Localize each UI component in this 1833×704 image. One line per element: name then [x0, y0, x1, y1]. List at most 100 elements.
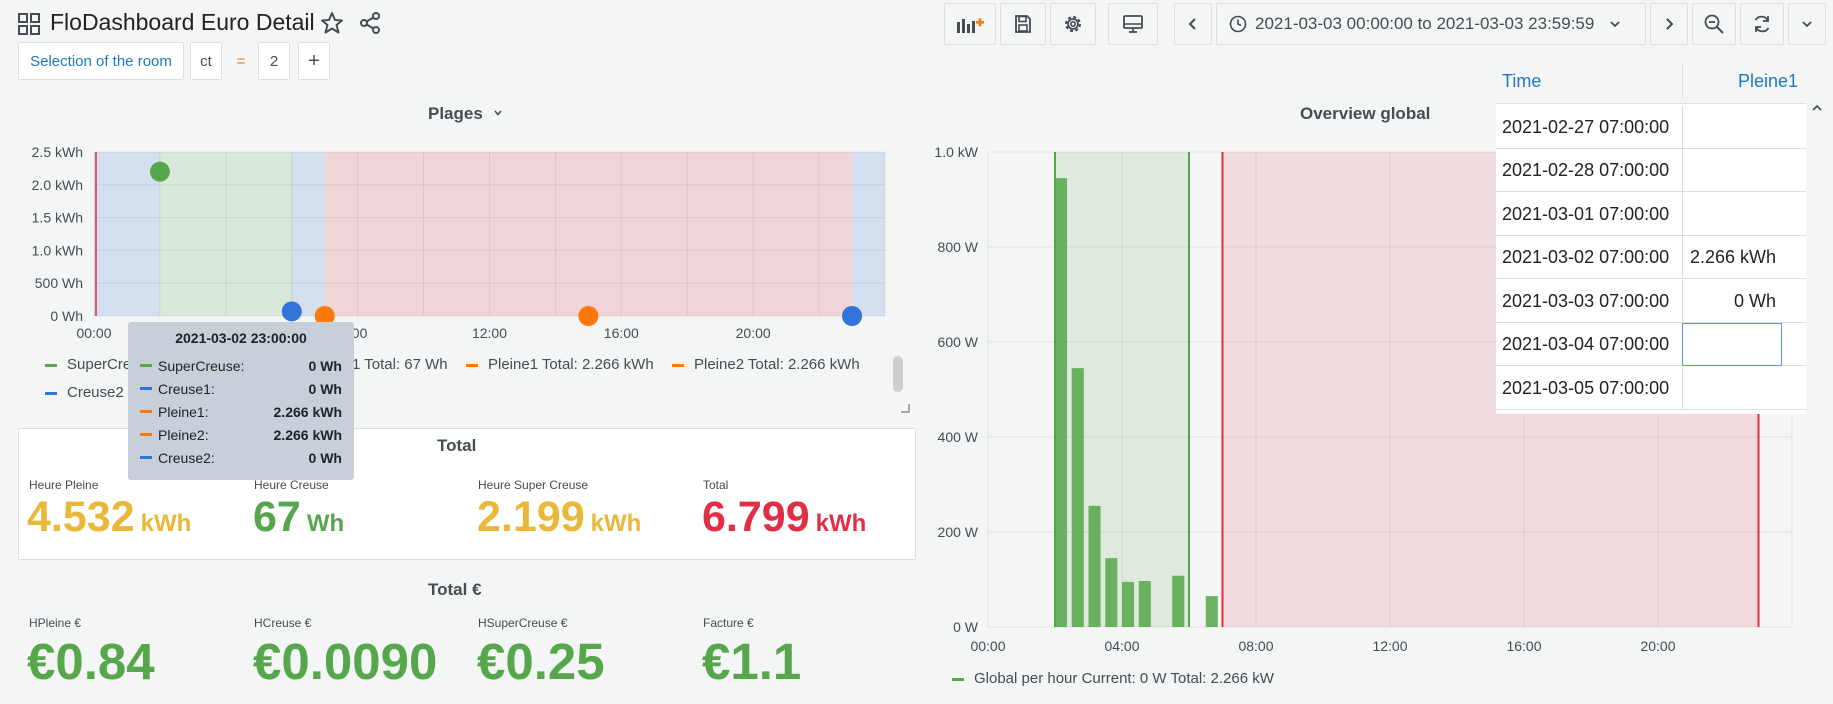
stat-value-facture-euro: €1.1 [702, 633, 802, 690]
cell-time: 2021-03-01 07:00:00 [1502, 204, 1670, 224]
plages-band-4 [852, 152, 885, 316]
plages-band-0 [94, 152, 160, 316]
legend-label: Creuse2 [67, 384, 124, 401]
plages-band-3 [324, 152, 853, 316]
save-dashboard-button[interactable] [1000, 3, 1046, 45]
plages-y-tick-label: 500 Wh [35, 275, 83, 291]
plages-point-creuse1 [281, 301, 302, 322]
time-shift-forward-button[interactable] [1650, 3, 1688, 45]
variable-label[interactable]: Selection of the room [18, 42, 184, 80]
zoom-out-button[interactable] [1692, 3, 1736, 45]
legend-label: Pleine1 Total: 2.266 kWh [488, 356, 654, 373]
stat-label-hsupercreuse-euro: HSuperCreuse € [478, 616, 568, 630]
plages-legend-item-pleine2[interactable]: Pleine2 Total: 2.266 kWh [672, 356, 860, 373]
overview-x-tick-label: 00:00 [970, 638, 1005, 654]
refresh-button[interactable] [1740, 3, 1784, 45]
tooltip-row: Creuse1: 0 Wh [140, 377, 342, 400]
plages-legend-item-pleine1[interactable]: Pleine1 Total: 2.266 kWh [466, 356, 654, 373]
filter-key[interactable]: ct [190, 42, 222, 80]
refresh-interval-button[interactable] [1788, 3, 1826, 45]
top-navbar: FloDashboard Euro Detail 2021-03-03 00:0… [0, 0, 1833, 48]
share-icon[interactable] [358, 11, 382, 35]
overview-panel-title[interactable]: Overview global [1300, 104, 1430, 124]
filter-value[interactable]: 2 [258, 42, 290, 80]
tv-mode-button[interactable] [1108, 3, 1158, 45]
tooltip-series-value: 2.266 kWh [273, 403, 342, 420]
plages-y-tick-label: 1.0 kWh [32, 242, 83, 258]
plages-title-text: Plages [428, 104, 483, 123]
plages-chart[interactable]: 0 Wh 500 Wh 1.0 kWh 1.5 kWh 2.0 kWh 2.5 kWh 00… [0, 140, 900, 350]
plages-legend-item-creuse1[interactable]: 1 Total: 67 Wh [352, 356, 448, 373]
plages-x-tick-label: 20:00 [736, 325, 771, 341]
series-swatch [140, 387, 152, 390]
total-euro-panel-title[interactable]: Total € [428, 580, 482, 600]
total-panel-title[interactable]: Total [437, 436, 476, 456]
filter-operator[interactable]: = [230, 42, 252, 80]
dashboard-settings-button[interactable] [1050, 3, 1096, 45]
plages-x-tick-label: 12:00 [472, 325, 507, 341]
gear-icon [1065, 16, 1081, 32]
tooltip-series-name: SuperCreuse: [158, 357, 245, 374]
plages-x-tick-label: 00:00 [76, 325, 111, 341]
stat-value-total: 6.799 kWh [702, 496, 866, 539]
legend-label: 1 Total: 67 Wh [352, 356, 448, 373]
stat-label-heure-pleine: Heure Pleine [29, 478, 99, 492]
tooltip-series-value: 0 Wh [308, 380, 342, 397]
overview-legend-item[interactable]: Global per hour Current: 0 W Total: 2.26… [952, 670, 1274, 687]
overview-bar [1105, 558, 1118, 627]
clock-icon [1229, 15, 1247, 33]
stat-unit: kWh [815, 510, 867, 537]
star-icon[interactable] [320, 11, 344, 35]
resize-handle-icon[interactable] [900, 403, 910, 413]
table-scrollbar[interactable] [1806, 58, 1828, 414]
stat-label-heure-creuse: Heure Creuse [254, 478, 329, 492]
table-row[interactable]: 2021-03-02 07:00:00 2.266 kWh [1496, 236, 1806, 279]
chevron-right-icon [1666, 18, 1674, 30]
legend-label: SuperCre [67, 356, 132, 373]
stat-number: 4.532 [27, 493, 135, 541]
table-row[interactable]: 2021-02-27 07:00:00 [1496, 106, 1806, 149]
overview-bar [1055, 178, 1068, 627]
plages-legend-item-supercreuse[interactable]: SuperCre [45, 356, 131, 373]
dashboard-title[interactable]: FloDashboard Euro Detail [50, 9, 315, 36]
chevron-down-icon [493, 110, 502, 116]
column-header-time[interactable]: Time [1502, 58, 1541, 104]
save-icon [1015, 15, 1031, 33]
time-range-picker[interactable]: 2021-03-03 00:00:00 to 2021-03-03 23:59:… [1216, 3, 1646, 45]
plages-panel-title[interactable]: Plages [428, 104, 504, 124]
table-row[interactable]: 2021-03-03 07:00:00 0 Wh [1496, 280, 1806, 323]
cell-value: 0 Wh [1682, 280, 1782, 323]
time-shift-back-button[interactable] [1174, 3, 1212, 45]
table-row[interactable]: 2021-02-28 07:00:00 [1496, 149, 1806, 192]
tooltip-series-name: Creuse2: [158, 449, 215, 466]
cell-value [1682, 193, 1782, 236]
table-row[interactable]: 2021-03-01 07:00:00 [1496, 193, 1806, 236]
chevron-down-icon [1802, 21, 1812, 28]
table-row[interactable]: 2021-03-05 07:00:00 [1496, 367, 1806, 410]
tooltip-row: Pleine1: 2.266 kWh [140, 400, 342, 423]
add-filter-button[interactable]: + [298, 42, 330, 80]
series-swatch [140, 433, 152, 436]
tooltip-row: Pleine2: 2.266 kWh [140, 423, 342, 446]
tooltip-series-name: Pleine2: [158, 426, 209, 443]
graph-tooltip: 2021-03-02 23:00:00 SuperCreuse: 0 Wh Cre… [128, 322, 354, 480]
stat-label-total: Total [703, 478, 729, 492]
legend-scrollbar[interactable] [893, 356, 903, 392]
cell-time: 2021-03-05 07:00:00 [1502, 378, 1670, 398]
series-swatch [140, 456, 152, 459]
plages-legend-item-creuse2[interactable]: Creuse2 [45, 384, 124, 401]
column-header-pleine1[interactable]: Pleine1 [1738, 58, 1798, 104]
tooltip-row: Creuse2: 0 Wh [140, 446, 342, 469]
stat-number: 2.199 [477, 493, 585, 541]
apps-grid-icon[interactable] [18, 13, 40, 35]
overview-bar [1172, 575, 1185, 627]
add-panel-button[interactable] [944, 3, 996, 45]
stat-label-hpleine-euro: HPleine € [29, 616, 82, 630]
time-range-label: 2021-03-03 00:00:00 to 2021-03-03 23:59:… [1255, 14, 1595, 33]
plages-x-tick-label: 16:00 [604, 325, 639, 341]
legend-label: Global per hour Current: 0 W Total: 2.26… [974, 670, 1274, 687]
stat-value-heure-creuse: 67 Wh [253, 496, 344, 539]
stat-unit: kWh [140, 510, 192, 537]
plages-y-tick-label: 1.5 kWh [32, 210, 83, 226]
table-row[interactable]: 2021-03-04 07:00:00 [1496, 323, 1806, 366]
